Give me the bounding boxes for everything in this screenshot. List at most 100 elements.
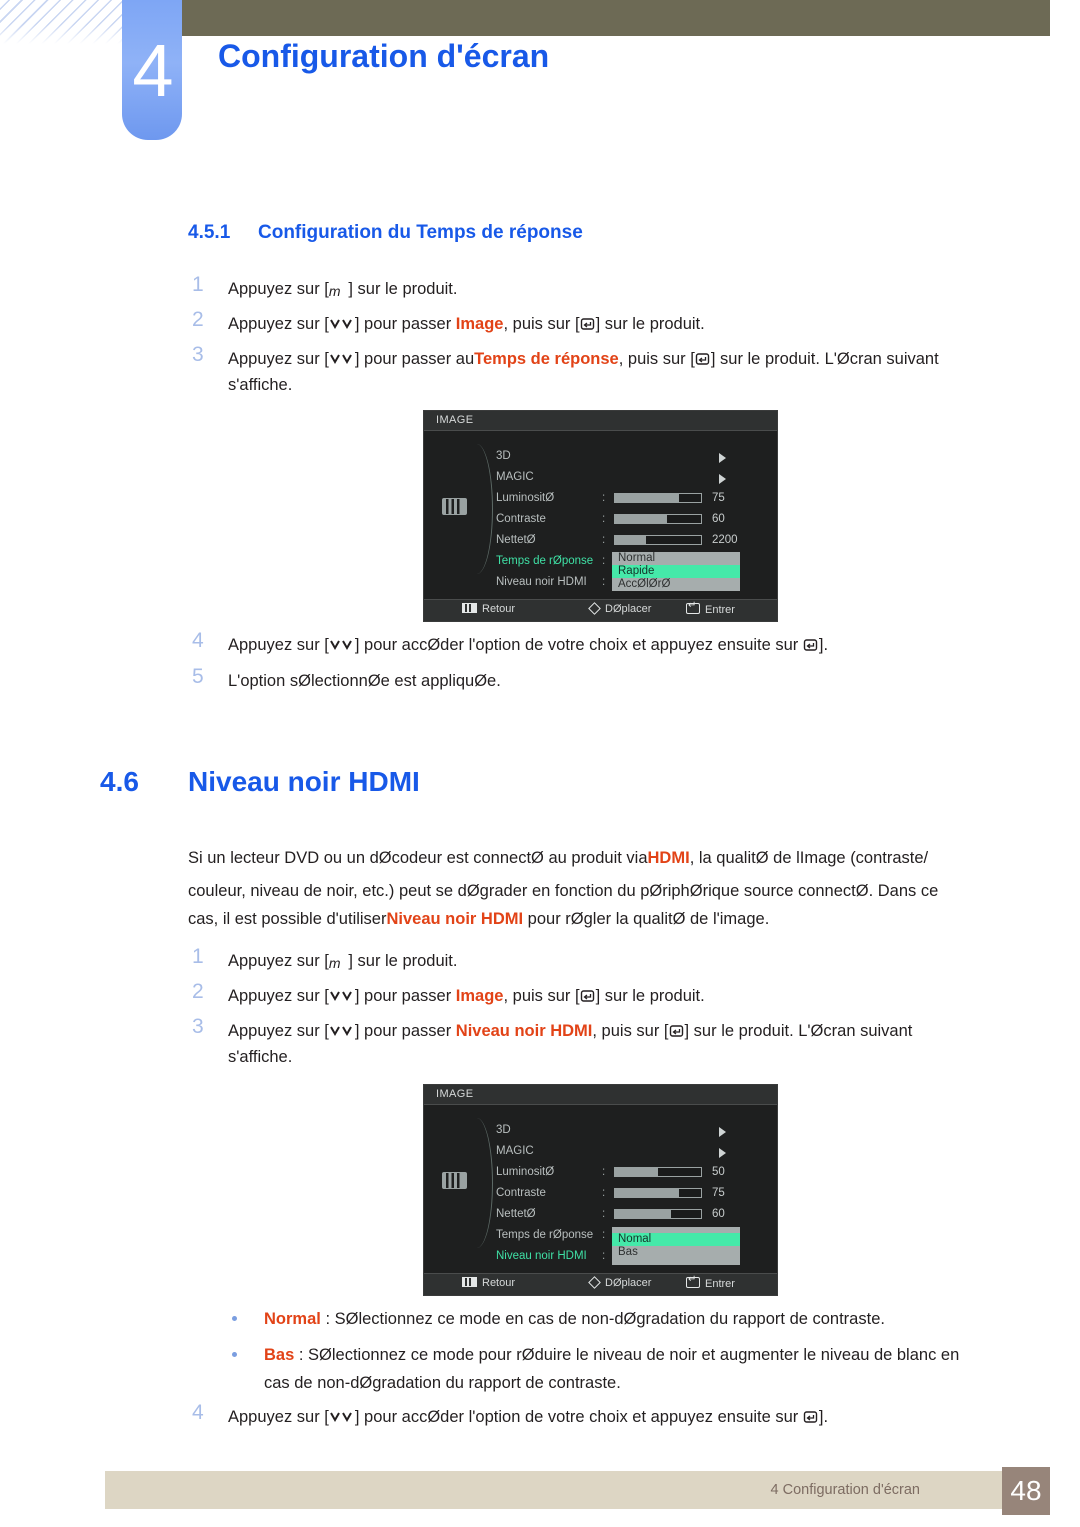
niveau-noir-hdmi-dropdown[interactable]: Nomal Bas bbox=[612, 1227, 740, 1265]
dropdown-option-normal[interactable]: Normal bbox=[612, 552, 740, 565]
step-number: 1 bbox=[192, 273, 204, 296]
osd-footer-enter[interactable]: Entrer bbox=[686, 1274, 735, 1290]
osd-body: 3D MAGIC LuminositØ : 75 Contraste : 60 … bbox=[424, 430, 777, 599]
osd-body: 3D MAGIC LuminositØ : 50 Contraste : 75 … bbox=[424, 1104, 777, 1273]
dropdown-option-accelere[interactable]: AccØlØrØ bbox=[612, 578, 740, 591]
step-number: 3 bbox=[192, 1015, 204, 1038]
nettete-slider[interactable] bbox=[614, 1209, 702, 1219]
section-46-number: 4.6 bbox=[100, 766, 139, 797]
menu-ref-niveau-noir-hdmi: Niveau noir HDMI bbox=[386, 910, 524, 928]
bullet-normal: Normal : SØlectionnez ce mode en cas de … bbox=[264, 1303, 885, 1336]
nettete-slider[interactable] bbox=[614, 535, 702, 545]
temps-de-reponse-dropdown[interactable]: Normal Rapide AccØlØrØ bbox=[612, 552, 740, 591]
menu-key-icon: m bbox=[328, 283, 349, 299]
osd-footer-move[interactable]: DØplacer bbox=[588, 1276, 651, 1289]
bullet-text: : SØlectionnez ce mode en cas de non-dØg… bbox=[320, 1310, 885, 1328]
osd-footer-enter-label: Entrer bbox=[705, 1278, 735, 1290]
luminosite-value: 50 bbox=[712, 1166, 725, 1178]
osd-colon: : bbox=[602, 555, 606, 567]
osd-item-temps-de-reponse[interactable]: Temps de rØponse bbox=[496, 555, 593, 567]
enter-key-icon bbox=[695, 353, 710, 365]
dropdown-option-bas[interactable]: Bas bbox=[612, 1246, 740, 1259]
osd-footer-move[interactable]: DØplacer bbox=[588, 602, 651, 615]
osd-item-nettete[interactable]: NettetØ bbox=[496, 534, 536, 546]
step-text: Appuyez sur [] pour accØder l'option de … bbox=[228, 1402, 828, 1432]
chevron-right-icon bbox=[719, 1148, 726, 1158]
osd-item-magic[interactable]: MAGIC bbox=[496, 1145, 534, 1157]
osd-curve-divider bbox=[470, 1118, 493, 1248]
step-number: 4 bbox=[192, 629, 204, 652]
osd-item-luminosite[interactable]: LuminositØ bbox=[496, 492, 554, 504]
osd-colon: : bbox=[602, 1208, 606, 1220]
step-text-pre: Appuyez sur [ bbox=[228, 315, 329, 333]
step-text: Appuyez sur [] pour passer auTemps de ré… bbox=[228, 344, 939, 374]
step-text-post: ] sur le produit. L'Øcran suivant bbox=[684, 1022, 913, 1040]
step-text-post: ]. bbox=[818, 1408, 829, 1426]
step-text-post: ] sur le produit. bbox=[348, 280, 458, 298]
chapter-number: 4 bbox=[132, 29, 173, 112]
updown-key-icon bbox=[330, 1026, 352, 1037]
osd-titlebar: IMAGE bbox=[424, 411, 777, 431]
luminosite-slider[interactable] bbox=[614, 1167, 702, 1177]
osd-item-3d[interactable]: 3D bbox=[496, 450, 511, 462]
step-text-pre: Appuyez sur [ bbox=[228, 987, 329, 1005]
menu-ref-niveau-noir-hdmi: Niveau noir HDMI bbox=[455, 1022, 593, 1040]
slider-fill bbox=[615, 1210, 671, 1218]
osd-footer-back-label: Retour bbox=[482, 603, 516, 615]
paragraph-text: pour rØgler la qualitØ de l'image. bbox=[523, 910, 770, 928]
enter-key-icon bbox=[580, 990, 594, 1002]
dropdown-spacer bbox=[612, 1259, 740, 1265]
footer-chapter-label: 4 Configuration d'écran bbox=[770, 1482, 920, 1498]
step-text-mid: ] pour passer bbox=[354, 987, 456, 1005]
bullet-label: Normal bbox=[264, 1310, 321, 1328]
contraste-slider[interactable] bbox=[614, 1188, 702, 1198]
osd-item-3d[interactable]: 3D bbox=[496, 1124, 511, 1136]
page-number: 48 bbox=[1002, 1467, 1050, 1515]
step-text: Appuyez sur [m ] sur le produit. bbox=[228, 946, 457, 978]
osd-footer-enter[interactable]: Entrer bbox=[686, 600, 735, 616]
paragraph-text: , la qualitØ de lImage (contraste/ bbox=[689, 849, 929, 867]
slider-fill bbox=[615, 1189, 679, 1197]
section-451-number: 4.5.1 bbox=[188, 222, 231, 243]
osd-item-luminosite[interactable]: LuminositØ bbox=[496, 1166, 554, 1178]
osd-item-nettete[interactable]: NettetØ bbox=[496, 1208, 536, 1220]
osd-colon: : bbox=[602, 513, 606, 525]
osd-item-niveau-noir-hdmi[interactable]: Niveau noir HDMI bbox=[496, 576, 587, 588]
step-text-mid: ] pour passer au bbox=[354, 350, 475, 368]
enter-key-icon bbox=[580, 318, 594, 330]
step-text-mid: ] pour passer bbox=[354, 315, 456, 333]
bullet-dot bbox=[232, 1316, 237, 1321]
section-46-title: Niveau noir HDMI bbox=[188, 766, 420, 797]
osd-item-niveau-noir-hdmi[interactable]: Niveau noir HDMI bbox=[496, 1250, 587, 1262]
osd-item-magic[interactable]: MAGIC bbox=[496, 471, 534, 483]
diamond-icon bbox=[588, 602, 601, 615]
enter-icon bbox=[686, 600, 700, 614]
step-number: 5 bbox=[192, 665, 204, 688]
osd-item-contraste[interactable]: Contraste bbox=[496, 513, 546, 525]
image-menu-icon bbox=[442, 1172, 467, 1189]
menu-icon bbox=[462, 1277, 477, 1287]
osd-footer-back[interactable]: Retour bbox=[462, 603, 515, 615]
osd-titlebar: IMAGE bbox=[424, 1085, 777, 1105]
osd-item-temps-de-reponse[interactable]: Temps de rØponse bbox=[496, 1229, 593, 1241]
step-number: 3 bbox=[192, 343, 204, 366]
osd-title-text: IMAGE bbox=[436, 1088, 474, 1100]
updown-key-icon bbox=[330, 354, 352, 365]
osd-colon: : bbox=[602, 1187, 606, 1199]
step-number: 4 bbox=[192, 1401, 204, 1424]
osd-footer-back-label: Retour bbox=[482, 1277, 516, 1289]
section-46-paragraph-line3: cas, il est possible d'utiliserNiveau no… bbox=[188, 903, 769, 936]
osd-item-contraste[interactable]: Contraste bbox=[496, 1187, 546, 1199]
nettete-value: 60 bbox=[712, 1208, 725, 1220]
menu-ref-image: Image bbox=[455, 987, 504, 1005]
dropdown-option-rapide[interactable]: Rapide bbox=[612, 565, 740, 578]
contraste-value: 60 bbox=[712, 513, 725, 525]
osd-screenshot-niveau-noir-hdmi: IMAGE 3D MAGIC LuminositØ : 50 Contraste… bbox=[423, 1084, 778, 1296]
step-text-pre: Appuyez sur [ bbox=[228, 350, 329, 368]
step-text-post: ] sur le produit. L'Øcran suivant bbox=[710, 350, 939, 368]
luminosite-slider[interactable] bbox=[614, 493, 702, 503]
osd-footer-back[interactable]: Retour bbox=[462, 1277, 515, 1289]
contraste-slider[interactable] bbox=[614, 514, 702, 524]
dropdown-option-nomal[interactable]: Nomal bbox=[612, 1233, 740, 1246]
step-text-post: ]. bbox=[818, 636, 829, 654]
